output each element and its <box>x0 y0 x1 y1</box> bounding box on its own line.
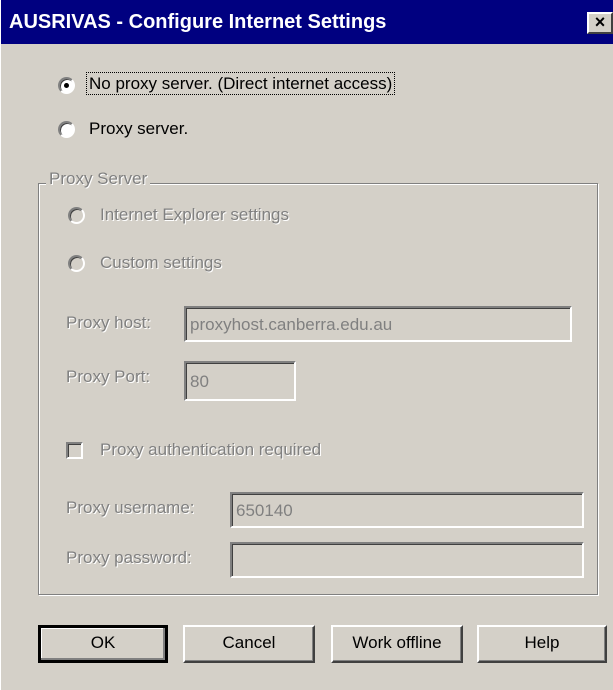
proxy-auth-label[interactable]: Proxy authentication required <box>100 440 321 460</box>
proxy-server-group-legend: Proxy Server <box>46 169 151 189</box>
ok-button[interactable]: OK <box>38 625 168 663</box>
radio-custom-settings-circle[interactable] <box>68 255 85 272</box>
radio-proxy-circle[interactable] <box>58 121 75 138</box>
radio-ie-settings-label[interactable]: Internet Explorer settings <box>100 205 289 225</box>
proxy-port-input[interactable]: 80 <box>184 361 296 401</box>
radio-no-proxy-circle[interactable] <box>58 77 75 94</box>
radio-selected-dot-icon <box>64 83 69 88</box>
proxy-password-input[interactable] <box>230 542 584 578</box>
radio-proxy-label[interactable]: Proxy server. <box>89 119 188 139</box>
radio-custom-settings-label[interactable]: Custom settings <box>100 253 222 273</box>
radio-no-proxy-label-wrap[interactable]: No proxy server. (Direct internet access… <box>86 72 396 95</box>
proxy-server-group <box>38 183 598 595</box>
close-button[interactable]: × <box>587 12 613 34</box>
proxy-username-label: Proxy username: <box>66 498 195 517</box>
radio-no-proxy[interactable]: No proxy server. (Direct internet access… <box>58 72 458 100</box>
dialog-window: AUSRIVAS - Configure Internet Settings ×… <box>0 0 613 690</box>
radio-ie-settings[interactable]: Internet Explorer settings <box>68 204 368 230</box>
cancel-button[interactable]: Cancel <box>183 625 315 663</box>
window-title: AUSRIVAS - Configure Internet Settings <box>9 11 387 33</box>
radio-no-proxy-label[interactable]: No proxy server. (Direct internet access… <box>86 72 396 95</box>
proxy-password-label: Proxy password: <box>66 548 192 567</box>
proxy-username-input[interactable]: 650140 <box>230 492 584 528</box>
help-button[interactable]: Help <box>477 625 607 663</box>
proxy-port-label: Proxy Port: <box>66 367 151 386</box>
work-offline-button[interactable]: Work offline <box>331 625 463 663</box>
radio-custom-settings[interactable]: Custom settings <box>68 252 368 278</box>
proxy-host-label: Proxy host: <box>66 313 152 332</box>
close-icon: × <box>594 12 606 32</box>
radio-proxy[interactable]: Proxy server. <box>58 118 258 144</box>
radio-ie-settings-circle[interactable] <box>68 207 85 224</box>
title-bar[interactable]: AUSRIVAS - Configure Internet Settings × <box>1 0 613 44</box>
proxy-auth-checkbox[interactable] <box>66 442 83 459</box>
proxy-host-input[interactable]: proxyhost.canberra.edu.au <box>184 306 572 342</box>
